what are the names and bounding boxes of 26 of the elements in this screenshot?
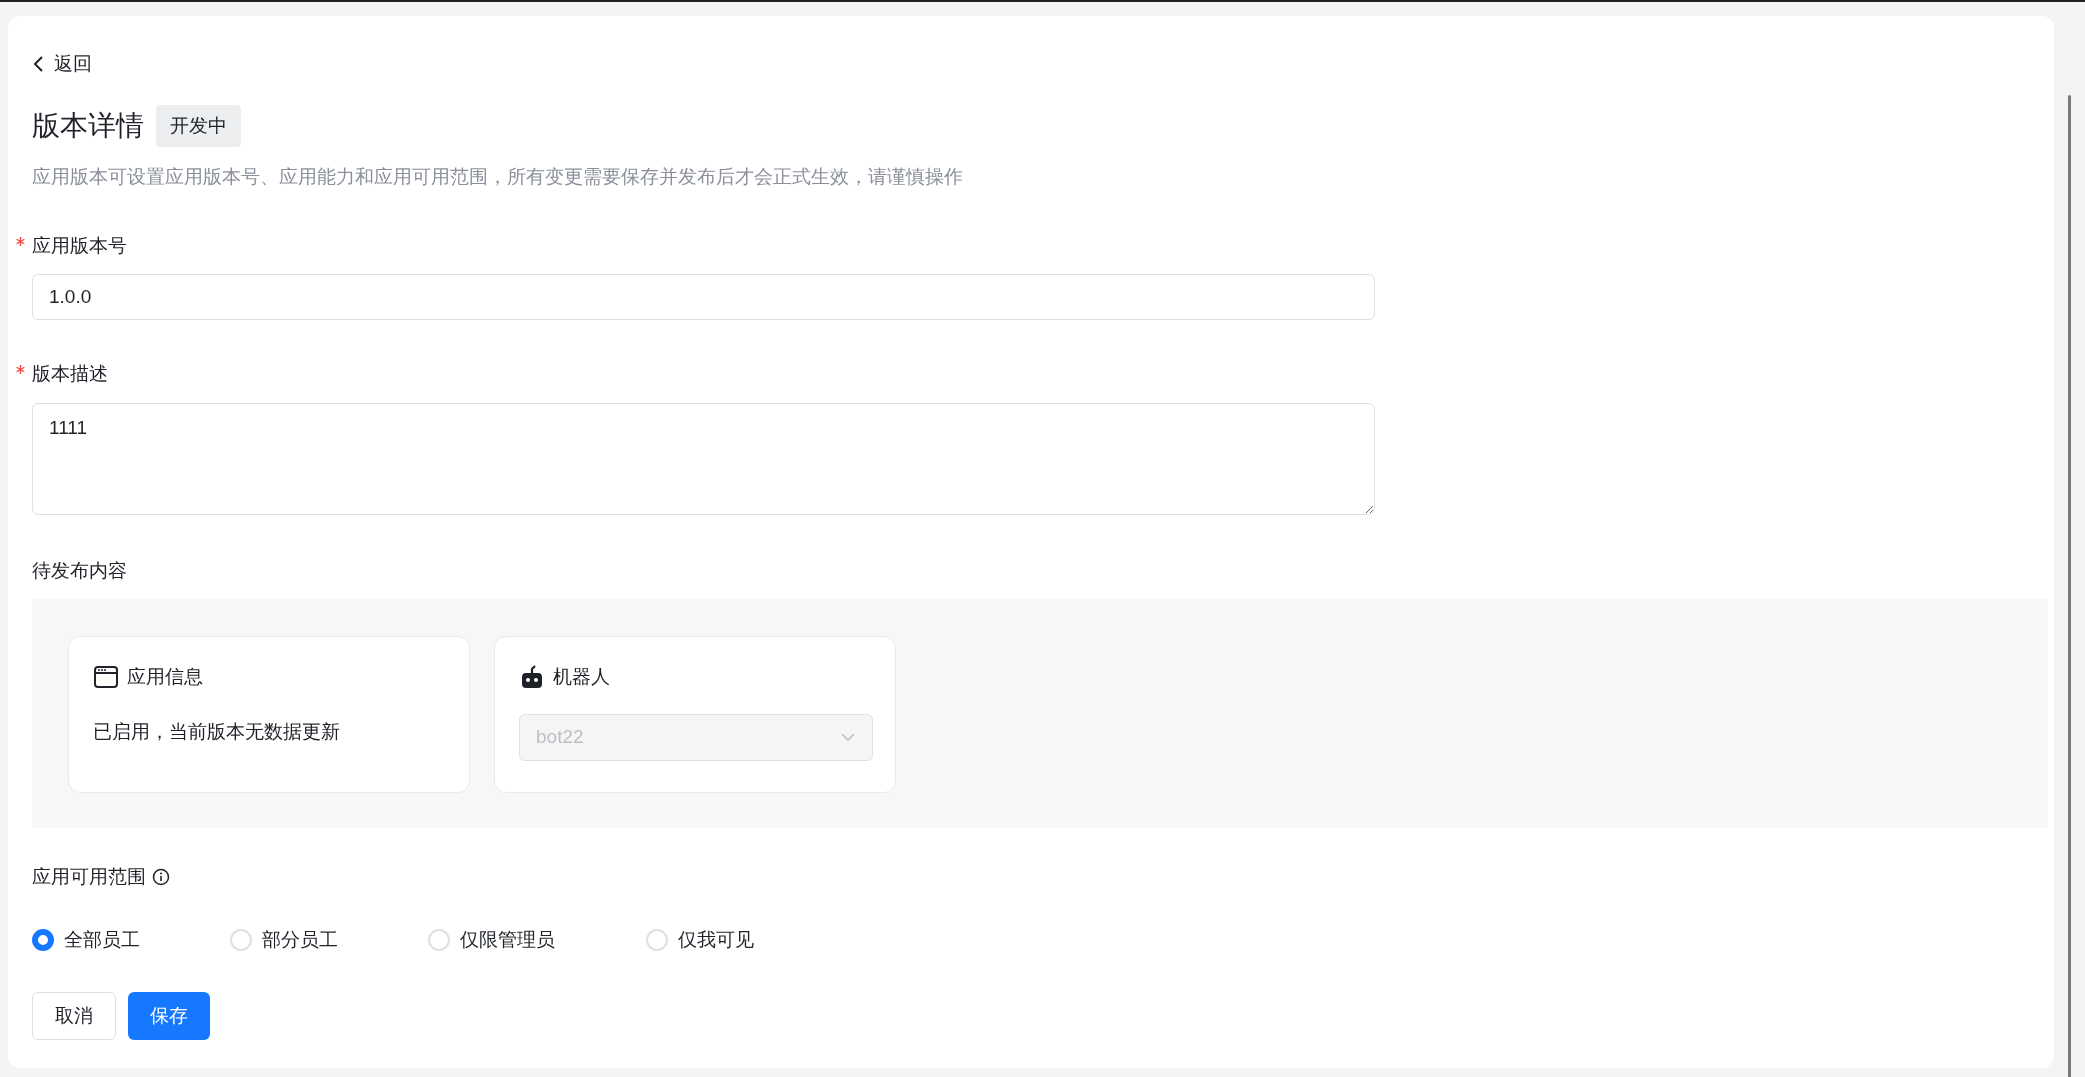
save-button[interactable]: 保存 [128, 992, 210, 1040]
description-textarea[interactable]: 1111 [32, 402, 1375, 515]
field-label: 应用版本号 [32, 234, 127, 256]
card-title: 机器人 [553, 665, 610, 689]
page-description: 应用版本可设置应用版本号、应用能力和应用可用范围，所有变更需要保存并发布后才会正式生效，请谨慎操作 [32, 165, 964, 189]
status-tag: 开发中 [156, 104, 241, 147]
page-title: 版本详情 [32, 108, 144, 143]
radio-label[interactable]: 仅限管理员 [460, 925, 555, 954]
back-link[interactable]: 返回 [32, 50, 92, 79]
scrollbar-thumb[interactable] [2068, 95, 2071, 1077]
section-label: 待发布内容 [32, 558, 127, 583]
robot-icon [519, 664, 545, 691]
chevron-left-icon [32, 55, 46, 74]
card-title: 应用信息 [127, 665, 203, 689]
version-input[interactable]: 1.0.0 [32, 274, 1375, 320]
radio-label[interactable]: 全部员工 [64, 925, 140, 954]
card-text: 已启用，当前版本无数据更新 [93, 719, 341, 744]
cancel-button[interactable]: 取消 [32, 992, 116, 1040]
field-label: 版本描述 [32, 363, 108, 384]
radio-label[interactable]: 部分员工 [262, 925, 338, 954]
section-label: 应用可用范围 [32, 865, 146, 889]
radio-button[interactable] [32, 928, 54, 951]
radio-label[interactable]: 仅我可见 [678, 925, 754, 954]
info-icon[interactable] [152, 868, 170, 887]
window-icon [93, 665, 119, 690]
chevron-down-icon [840, 732, 856, 742]
